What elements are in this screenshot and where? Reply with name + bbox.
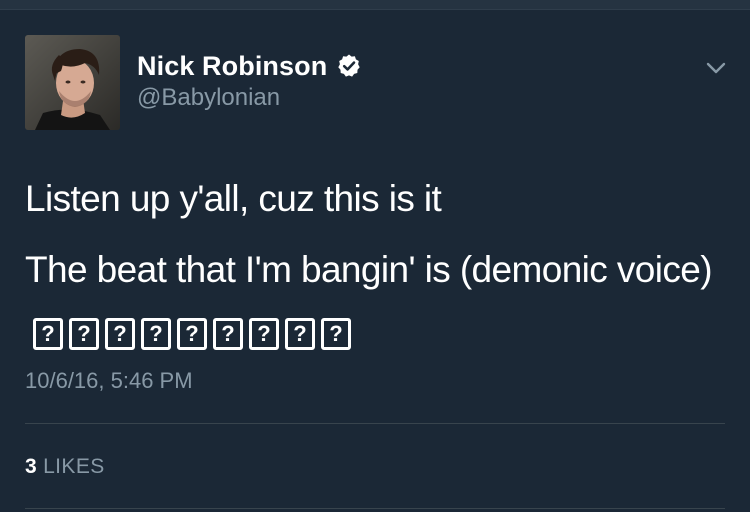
unrenderable-glyph-box: ? <box>249 318 279 350</box>
divider <box>25 423 725 424</box>
user-name-row[interactable]: Nick Robinson <box>137 49 362 83</box>
display-name[interactable]: Nick Robinson <box>137 51 327 82</box>
unrenderable-glyph-box: ? <box>33 318 63 350</box>
verified-badge-icon <box>336 53 362 79</box>
likes-stat[interactable]: 3 LIKES <box>25 455 105 479</box>
likes-count: 3 <box>25 455 38 478</box>
chevron-down-icon[interactable] <box>704 58 728 78</box>
unrenderable-glyph-box: ? <box>213 318 243 350</box>
unrenderable-glyph-box: ? <box>69 318 99 350</box>
likes-label: LIKES <box>43 455 105 478</box>
unrenderable-glyph-box: ? <box>177 318 207 350</box>
tweet-timestamp[interactable]: 10/6/16, 5:46 PM <box>25 368 193 394</box>
unrenderable-glyph-box: ? <box>105 318 135 350</box>
avatar-image <box>25 35 120 130</box>
unrenderable-glyph-box: ? <box>285 318 315 350</box>
user-handle[interactable]: @Babylonian <box>137 84 280 112</box>
unrenderable-glyph-row: ????????? <box>33 318 351 350</box>
bottom-divider <box>25 508 725 509</box>
unrenderable-glyph-box: ? <box>321 318 351 350</box>
tweet-text: Listen up y'all, cuz this is it The beat… <box>25 172 715 350</box>
unrenderable-glyph-box: ? <box>141 318 171 350</box>
tweet-text-line-2-words: The beat that I'm bangin' is (demonic vo… <box>25 249 713 290</box>
tweet-text-line-2: The beat that I'm bangin' is (demonic vo… <box>25 243 715 350</box>
avatar[interactable] <box>25 35 120 130</box>
tweet-text-line-1: Listen up y'all, cuz this is it <box>25 178 442 219</box>
top-border <box>0 0 750 10</box>
